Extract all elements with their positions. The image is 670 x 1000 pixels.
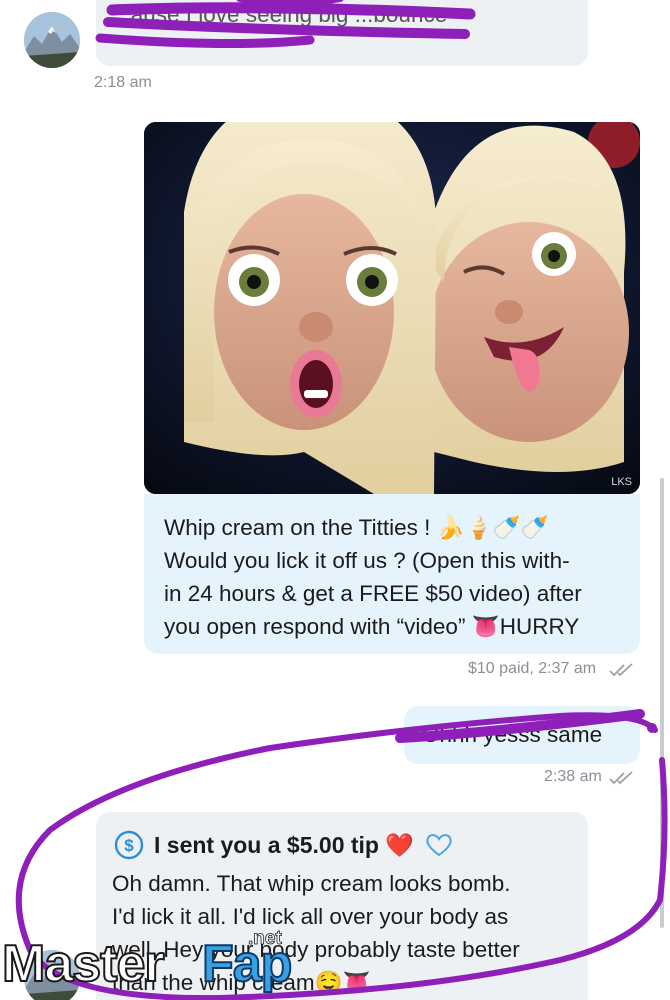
- message-line: Would you lick it off us ? (Open this wi…: [164, 548, 570, 573]
- message-line: Oh damn. That whip cream looks bomb.: [112, 871, 511, 896]
- message-timestamp: 2:18 am: [94, 74, 152, 91]
- outline-heart-icon: [426, 834, 452, 857]
- watermark: Master Fap .net: [0, 928, 310, 998]
- message-line: Whip cream on the Titties ! 🍌🍦🍼🍼: [164, 515, 549, 540]
- tip-label: I sent you a $5.00 tip ❤️: [154, 831, 414, 858]
- incoming-message-bubble[interactable]: ...ause I love seeing big ...bounce: [96, 0, 588, 66]
- avatar-mountain-image: [24, 12, 80, 68]
- memoji-image: [144, 122, 640, 494]
- double-check-icon: [609, 771, 633, 785]
- outgoing-message-bubble[interactable]: Ohhh yesss same: [404, 706, 640, 764]
- message-line: in 24 hours & get a FREE $50 video) afte…: [164, 581, 582, 606]
- message-line: you open respond with “video” 👅HURRY: [164, 614, 580, 639]
- avatar[interactable]: [24, 12, 80, 68]
- media-image[interactable]: LKS: [144, 122, 640, 494]
- message-text: Ohhh yesss same: [422, 722, 603, 747]
- tip-header: $ I sent you a $5.00 tip ❤️: [114, 828, 454, 862]
- media-label: LKS: [611, 476, 632, 488]
- svg-text:$: $: [124, 836, 134, 855]
- scrollbar[interactable]: [660, 478, 664, 928]
- message-text: ...ause I love seeing big ...bounce: [112, 2, 448, 27]
- watermark-master: Master: [1, 934, 166, 994]
- double-check-icon: [609, 663, 633, 677]
- message-timestamp: 2:38 am: [544, 768, 602, 785]
- watermark-net: .net: [248, 928, 283, 950]
- paid-label: $10 paid, 2:37 am: [468, 660, 597, 677]
- dollar-circle-icon: $: [114, 830, 144, 860]
- outgoing-message-bubble[interactable]: Whip cream on the Titties ! 🍌🍦🍼🍼 Would y…: [144, 494, 640, 654]
